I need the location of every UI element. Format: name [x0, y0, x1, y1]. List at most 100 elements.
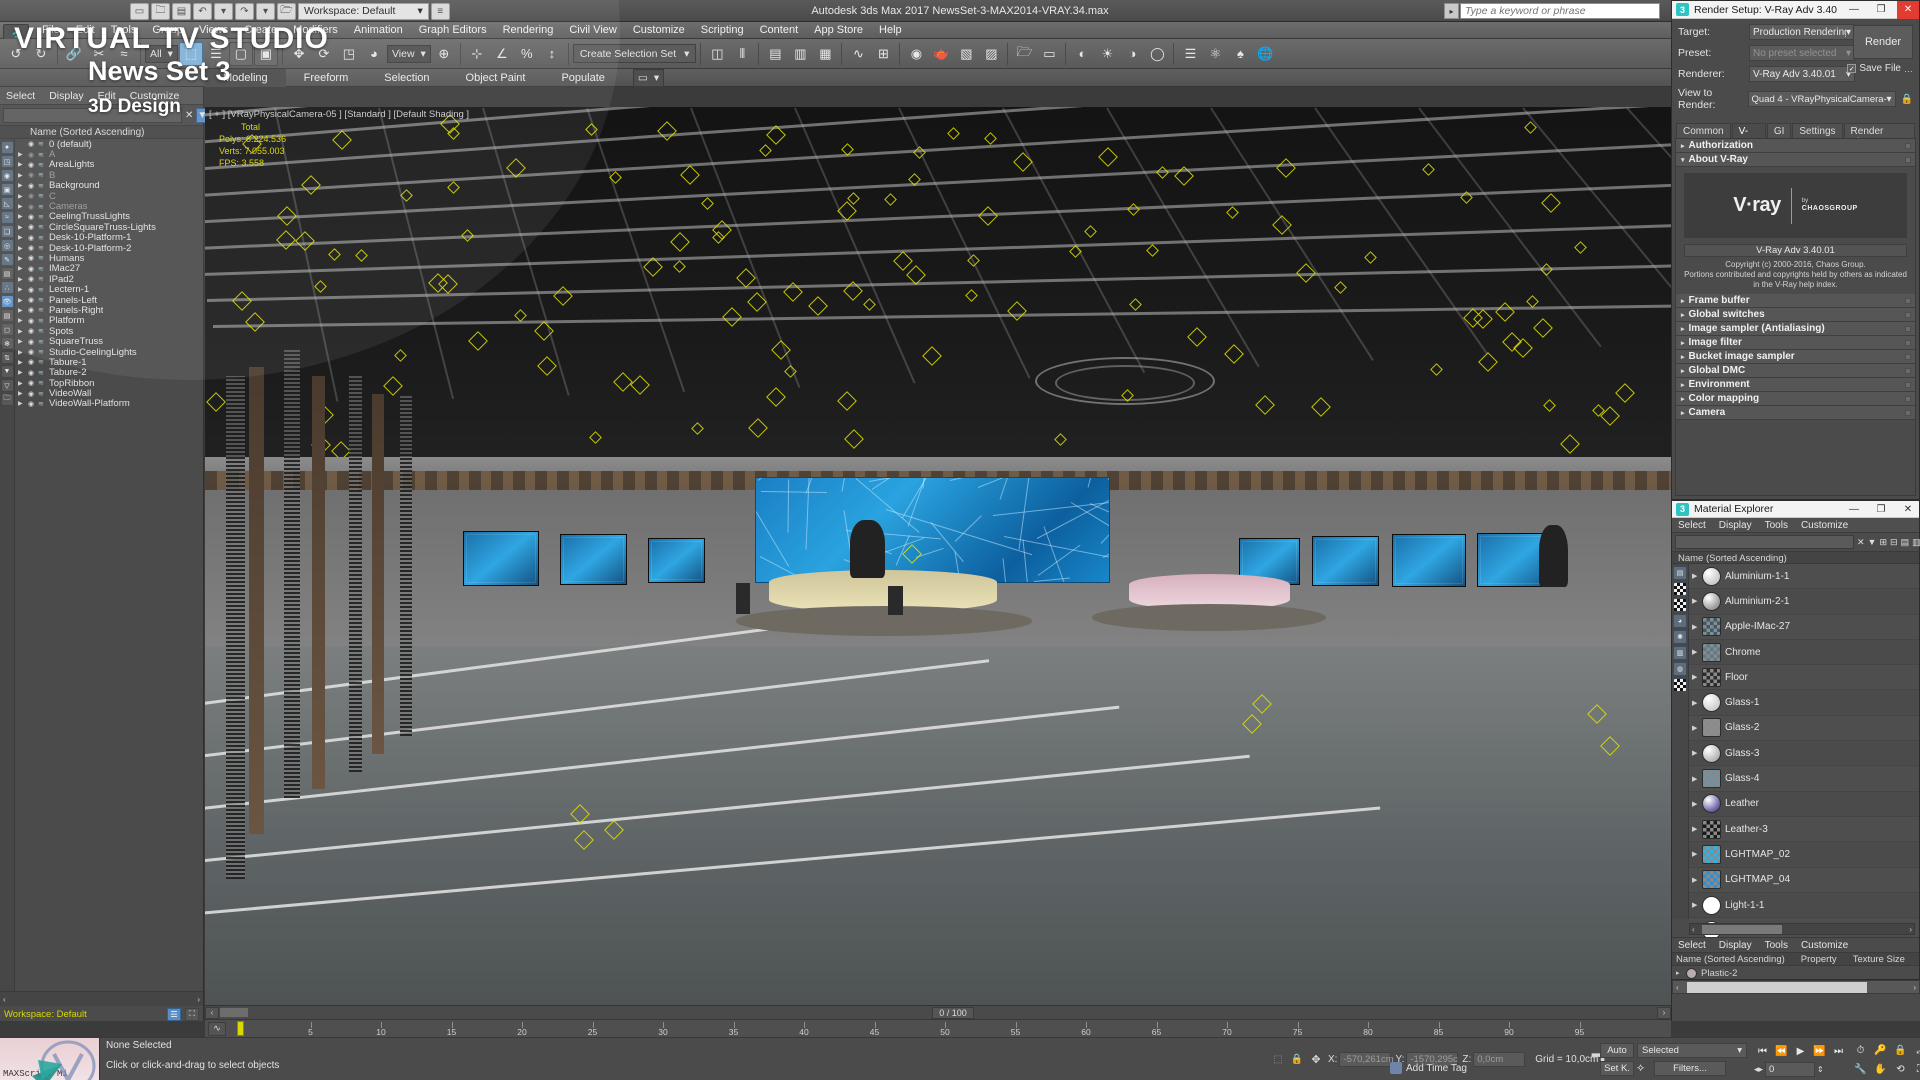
material-row[interactable]: ▶Aluminium-2-1 [1689, 589, 1919, 614]
clear-search-icon[interactable]: ✕ [185, 108, 193, 123]
time-ruler[interactable]: 5101520253035404550556065707580859095 [226, 1020, 1671, 1038]
expand-arrow-icon[interactable]: ▶ [18, 369, 24, 376]
lights-filter-icon[interactable]: ◉ [1, 169, 14, 182]
scene-materials-icon[interactable]: ▤ [1673, 566, 1687, 580]
scene-explorer-row[interactable]: ▶◉≋A [15, 149, 203, 159]
play-animation-icon[interactable]: ▶ [1792, 1043, 1809, 1060]
expand-arrow-icon[interactable]: ▶ [18, 359, 24, 366]
menu-item-views[interactable]: Views [191, 22, 236, 39]
angle-snap-icon[interactable]: ∠ [490, 42, 514, 66]
scene-explorer-row[interactable]: ▶◉≋Cameras [15, 201, 203, 211]
expand-arrow-icon[interactable]: ▶ [1692, 775, 1698, 783]
rect-select-region-icon[interactable]: ▢ [229, 42, 253, 66]
renderer-select[interactable]: V-Ray Adv 3.40.01 ▾ [1749, 66, 1855, 82]
rollout-pin-icon[interactable] [1905, 410, 1911, 416]
substance-icon[interactable]: ☰ [1178, 42, 1202, 66]
scene-explorer-menu-display[interactable]: Display [49, 90, 83, 102]
rollout-pin-icon[interactable] [1905, 340, 1911, 346]
rollout-about-vray[interactable]: ▾ About V-Ray [1676, 153, 1915, 167]
time-configuration-icon[interactable]: ⏱ [1852, 1042, 1869, 1059]
redo-icon[interactable]: ↻ [29, 42, 53, 66]
scene-explorer-row[interactable]: ▶◉≋Background [15, 181, 203, 191]
visibility-eye-icon[interactable]: ◉ [27, 223, 35, 231]
expand-arrow-icon[interactable]: ▶ [18, 307, 24, 314]
scene-explorer-menu-edit[interactable]: Edit [98, 90, 116, 102]
groups-filter-icon[interactable]: ❑ [1, 225, 14, 238]
viewport-scrollbar[interactable]: ‹ 0 / 100 › [205, 1005, 1671, 1019]
expand-arrow-icon[interactable]: ▶ [1692, 724, 1698, 732]
unlink-icon[interactable]: ✂ [87, 42, 111, 66]
scene-explorer-row[interactable]: ▶◉≋CeelingTrussLights [15, 212, 203, 222]
undo-dropdown-icon[interactable]: ▾ [214, 3, 233, 20]
material-explorer-dialog[interactable]: 3 Material Explorer — ❐ ✕ Select Display… [1671, 500, 1920, 980]
rollout-pin-icon[interactable] [1905, 143, 1911, 149]
scene-explorer-column-header[interactable]: Name (Sorted Ascending) [0, 125, 203, 139]
material-list[interactable]: ▶Aluminium-1-1▶Aluminium-2-1▶Apple-IMac-… [1689, 564, 1919, 919]
expand-arrow-icon[interactable]: ▶ [18, 151, 24, 158]
visibility-eye-icon[interactable]: ◉ [27, 254, 35, 262]
lock-key-icon[interactable]: 🔒 [1892, 1042, 1909, 1059]
expand-arrow-icon[interactable]: ▶ [18, 380, 24, 387]
geometry-filter-icon[interactable]: ◳ [1, 155, 14, 168]
render-setup-icon[interactable]: 🫖 [929, 42, 953, 66]
visibility-eye-icon[interactable]: ◉ [27, 296, 35, 304]
material-row[interactable]: ▶Leather [1689, 792, 1919, 817]
chevron-down-icon[interactable]: ▾ [1846, 27, 1851, 38]
align-icon[interactable]: ⫴ [730, 42, 754, 66]
expand-arrow-icon[interactable]: ▶ [1692, 673, 1698, 681]
expand-arrow-icon[interactable]: ▶ [18, 338, 24, 345]
open-explorer-icon[interactable]: ▭ [1037, 42, 1061, 66]
select-and-rotate-icon[interactable]: ⟳ [312, 42, 336, 66]
footer-menu-select[interactable]: Select [1678, 940, 1706, 951]
texture-filter-icon[interactable]: ✺ [1673, 630, 1687, 644]
menu-item-group[interactable]: Group [144, 22, 191, 39]
workspace-menu-icon[interactable]: ≡ [431, 3, 450, 20]
lock-materials-icon[interactable]: ▥ [1912, 535, 1920, 549]
rollout-image-filter[interactable]: ▸Image filter [1676, 336, 1915, 350]
space-warps-filter-icon[interactable]: ≈ [1, 211, 14, 224]
rollout-pin-icon[interactable] [1905, 326, 1911, 332]
rollout-global-dmc[interactable]: ▸Global DMC [1676, 364, 1915, 378]
expand-arrow-icon[interactable]: ▶ [1692, 800, 1698, 808]
set-key-mode-icon[interactable]: ⟡ [1637, 1062, 1651, 1075]
window-crossing-icon[interactable]: ▣ [254, 42, 278, 66]
scene-explorer-row[interactable]: ▶◉≋Studio-CeelingLights [15, 347, 203, 357]
save-file-browse-icon[interactable]: … [1904, 64, 1913, 74]
scene-explorer-menu-customize[interactable]: Customize [130, 90, 180, 102]
chevron-right-icon[interactable]: ▸ [1676, 969, 1682, 977]
menu-item-animation[interactable]: Animation [346, 22, 411, 39]
key-spinner-icon[interactable]: 🔧 [1852, 1061, 1869, 1078]
collapse-all-icon[interactable]: ⊟ [1890, 535, 1898, 549]
use-pivot-point-center-icon[interactable]: ⊕ [432, 42, 456, 66]
checker-pattern-icon[interactable] [1673, 678, 1687, 692]
rollout-bucket-image-sampler[interactable]: ▸Bucket image sampler [1676, 350, 1915, 364]
folder-icon[interactable]: 🗀 [1, 393, 14, 406]
expand-arrow-icon[interactable]: ▶ [1692, 901, 1698, 909]
rollout-global-switches[interactable]: ▸Global switches [1676, 308, 1915, 322]
search-input[interactable] [1460, 3, 1660, 19]
chevron-down-icon[interactable]: ▾ [1887, 94, 1892, 105]
bones-filter-icon[interactable]: ✎ [1, 253, 14, 266]
hair-fur-icon[interactable]: ♠ [1228, 42, 1252, 66]
coordinate-z[interactable]: Z: 0,0cm [1462, 1052, 1525, 1067]
scene-explorer-row[interactable]: ▶◉≋Lectern-1 [15, 284, 203, 294]
render-setup-close-icon[interactable]: ✕ [1897, 1, 1919, 19]
filters-button[interactable]: Filters... [1654, 1061, 1726, 1076]
scroll-left-icon[interactable]: ‹ [205, 1007, 219, 1019]
viewport-label[interactable]: [ + ] [VRayPhysicalCamera-05 ] [Standard… [209, 109, 469, 120]
select-link-icon[interactable]: 🔗 [62, 42, 86, 66]
footer-menu-tools[interactable]: Tools [1765, 940, 1788, 951]
goto-end-icon[interactable]: ⏭ [1830, 1043, 1847, 1060]
xrefs-filter-icon[interactable]: ◎ [1, 239, 14, 252]
scene-explorer-row[interactable]: ▶◉≋Spots [15, 326, 203, 336]
add-time-tag-button[interactable]: Add Time Tag [1390, 1062, 1467, 1074]
maxscript-mini-listener[interactable]: MAXScript Mi [0, 1038, 100, 1080]
coordinate-z-value[interactable]: 0,0cm [1473, 1052, 1525, 1067]
coordinate-x-value[interactable]: -570,261cm [1339, 1052, 1391, 1067]
chevron-down-icon[interactable]: ▾ [417, 5, 422, 17]
expand-arrow-icon[interactable]: ▶ [18, 317, 24, 324]
light-lister-icon[interactable]: ◐ [1070, 42, 1094, 66]
expand-arrow-icon[interactable]: ▶ [18, 213, 24, 220]
expand-arrow-icon[interactable]: ▶ [18, 193, 24, 200]
material-explorer-horizontal-scrollbar[interactable]: ‹ › [1689, 923, 1915, 935]
